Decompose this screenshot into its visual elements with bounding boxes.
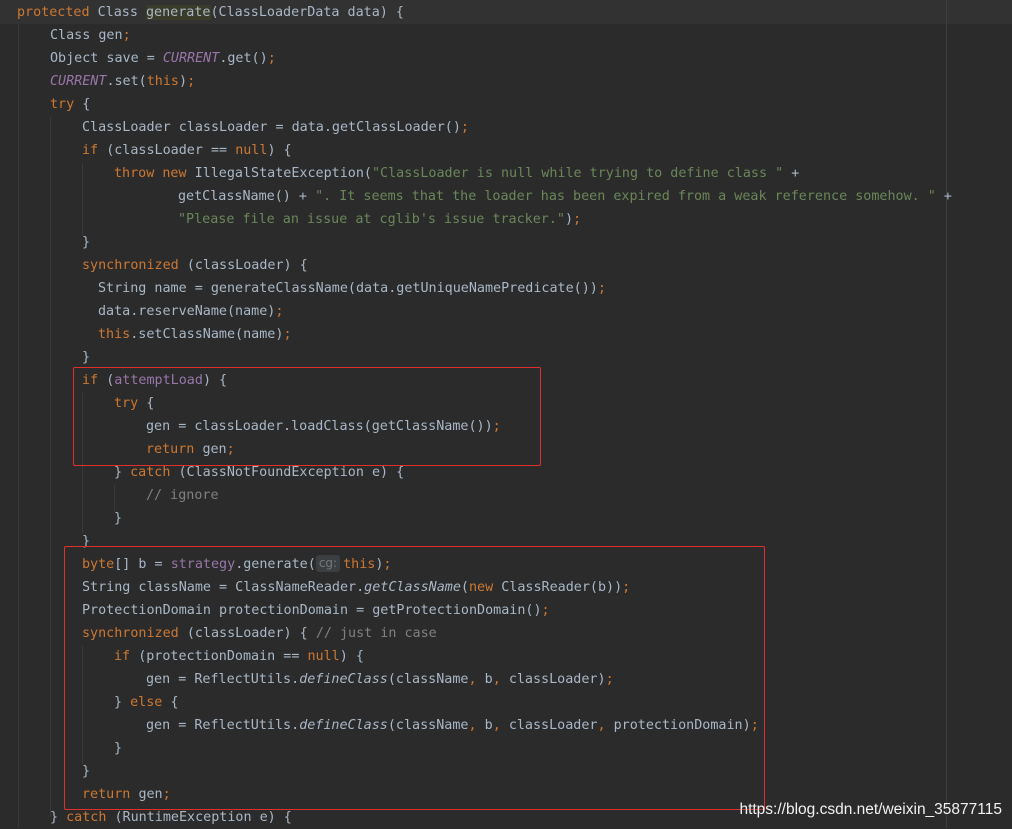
code-line[interactable]: } (114, 507, 122, 530)
code-token: ClassLoader classLoader = data.getClassL… (82, 120, 461, 135)
code-token: ; (573, 212, 582, 227)
code-line[interactable]: this.setClassName(name); (98, 323, 292, 346)
code-token: CURRENT (50, 74, 107, 89)
code-token: try (50, 97, 83, 112)
code-token: catch (130, 465, 179, 480)
code-token: catch (66, 810, 115, 825)
code-token: .set( (106, 74, 147, 89)
annotation-box-attempt-load (73, 367, 541, 466)
code-token: throw new (114, 166, 195, 181)
code-token: if (82, 143, 107, 158)
code-line[interactable]: protected Class generate(ClassLoaderData… (17, 1, 404, 24)
code-token: + (935, 189, 952, 204)
code-line[interactable]: "Please file an issue at cglib's issue t… (178, 208, 581, 231)
code-token: } (82, 350, 91, 365)
code-token: } (82, 235, 91, 250)
code-token: ". It seems that the loader has been exp… (315, 189, 936, 204)
code-token: "ClassLoader is null while trying to def… (372, 166, 784, 181)
code-token: ; (187, 74, 196, 89)
code-token: Class (97, 5, 146, 20)
code-line[interactable]: } (82, 346, 90, 369)
code-token: (classLoader) { (186, 258, 308, 273)
code-token: CURRENT (162, 51, 220, 66)
code-token: null (235, 143, 268, 158)
code-token: ; (122, 28, 131, 43)
code-token: protected (17, 5, 98, 20)
code-token: ) (564, 212, 574, 227)
code-token: IllegalStateException( (194, 166, 372, 181)
code-token: } (114, 465, 131, 480)
code-line[interactable]: synchronized (classLoader) { (82, 254, 308, 277)
code-token: String name = generateClassName(data.get… (98, 281, 598, 296)
code-token: ; (267, 51, 276, 66)
code-token: // ignore (146, 488, 219, 503)
indent-guide (50, 117, 51, 817)
indent-guide (18, 24, 19, 828)
code-token: .get() (219, 51, 268, 66)
code-token: } (50, 810, 67, 825)
code-line[interactable]: // ignore (146, 484, 219, 507)
code-editor[interactable]: protected Class generate(ClassLoaderData… (0, 0, 1012, 828)
annotation-box-define-class (64, 546, 765, 810)
code-token: ) { (267, 143, 292, 158)
code-line[interactable]: CURRENT.set(this); (50, 70, 195, 93)
code-token: (classLoader == (106, 143, 236, 158)
code-token: (ClassLoaderData data) { (210, 5, 404, 20)
code-line[interactable]: } (82, 231, 90, 254)
code-token: ; (275, 304, 284, 319)
code-token: ; (460, 120, 469, 135)
code-token: getClassName() + (178, 189, 316, 204)
code-token: ; (283, 327, 292, 342)
code-token: + (783, 166, 800, 181)
watermark: https://blog.csdn.net/weixin_35877115 (739, 801, 1002, 818)
indent-guide (82, 163, 83, 235)
code-token: Object save = (50, 51, 163, 66)
code-token: synchronized (82, 258, 187, 273)
code-line[interactable]: Class gen; (50, 24, 131, 47)
code-token: ) (179, 74, 188, 89)
code-token: } (114, 511, 123, 526)
code-line[interactable]: String name = generateClassName(data.get… (98, 277, 606, 300)
code-line[interactable]: if (classLoader == null) { (82, 139, 292, 162)
code-token: this (146, 74, 179, 89)
code-line[interactable]: throw new IllegalStateException("ClassLo… (114, 162, 799, 185)
code-line[interactable]: Object save = CURRENT.get(); (50, 47, 276, 70)
code-token: { (82, 97, 91, 112)
code-line[interactable]: data.reserveName(name); (98, 300, 283, 323)
code-line[interactable]: ClassLoader classLoader = data.getClassL… (82, 116, 469, 139)
right-margin-guide (946, 0, 947, 828)
code-token: generate (146, 5, 211, 20)
code-token: data.reserveName(name) (98, 304, 276, 319)
code-token: (ClassNotFoundException e) { (178, 465, 405, 480)
code-line[interactable]: getClassName() + ". It seems that the lo… (178, 185, 952, 208)
code-token: Class gen (50, 28, 123, 43)
code-line[interactable]: try { (50, 93, 90, 116)
code-token: this (98, 327, 131, 342)
code-token: ; (597, 281, 606, 296)
code-token: (RuntimeException e) { (114, 810, 292, 825)
code-token: .setClassName(name) (130, 327, 284, 342)
code-token: "Please file an issue at cglib's issue t… (178, 212, 565, 227)
